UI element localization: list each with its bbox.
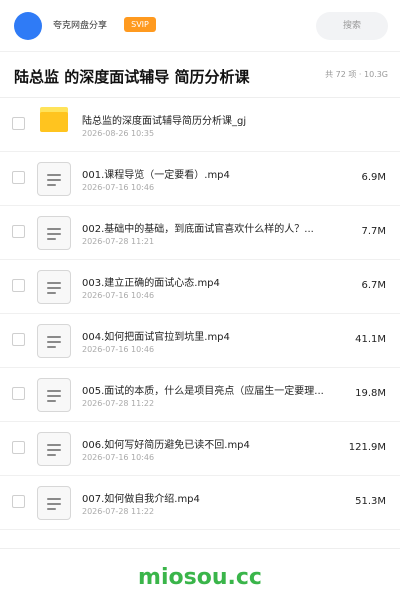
file-name: 陆总监的深度面试辅导简历分析课_gj [82,116,247,127]
file-size: 51.3M [355,496,386,507]
file-size: 7.7M [361,226,386,237]
file-icon [37,378,71,412]
checkbox[interactable] [12,387,25,400]
file-size: 6.7M [361,280,386,291]
file-date: 2026-07-28 11:22 [82,399,155,408]
file-date: 2026-07-28 11:21 [82,237,155,246]
checkbox[interactable] [12,117,25,130]
list-item[interactable]: 005.面试的本质，什么是项目亮点（应届生一定要理... 2026-07-28 … [0,368,400,422]
checkbox[interactable] [12,279,25,292]
list-item[interactable]: 007.如何做自我介绍.mp4 2026-07-28 11:22 51.3M [0,476,400,530]
file-date: 2026-07-16 10:46 [82,183,155,192]
file-icon [37,270,71,304]
file-name: 005.面试的本质，什么是项目亮点（应届生一定要理... [82,386,324,397]
top-bar: 夸克网盘分享 SVIP 搜索 [0,0,400,52]
checkbox[interactable] [12,171,25,184]
list-item[interactable]: 003.建立正确的面试心态.mp4 2026-07-16 10:46 6.7M [0,260,400,314]
file-date: 2026-07-16 10:46 [82,291,155,300]
checkbox[interactable] [12,441,25,454]
file-icon [37,216,71,250]
list-item[interactable]: 004.如何把面试官拉到坑里.mp4 2026-07-16 10:46 41.1… [0,314,400,368]
file-name: 003.建立正确的面试心态.mp4 [82,278,220,289]
avatar[interactable] [14,12,42,40]
file-name: 002.基础中的基础，到底面试官喜欢什么样的人？... [82,224,314,235]
list-item[interactable]: 001.课程导览（一定要看）.mp4 2026-07-16 10:46 6.9M [0,152,400,206]
file-size: 19.8M [355,388,386,399]
share-name: 夸克网盘分享 [53,21,108,31]
folder-header: 陆总监 的深度面试辅导 简历分析课 共 72 项 · 10.3G [0,52,400,98]
file-size: 6.9M [361,172,386,183]
folder-icon [40,107,68,132]
file-date: 2026-08-26 10:35 [82,129,155,138]
svip-badge: SVIP [124,17,156,32]
search-button[interactable]: 搜索 [316,12,388,40]
file-size: 121.9M [348,442,386,453]
list-item[interactable]: 002.基础中的基础，到底面试官喜欢什么样的人？... 2026-07-28 1… [0,206,400,260]
page-title: 陆总监 的深度面试辅导 简历分析课 [14,68,250,86]
watermark: miosou.cc [138,565,262,590]
file-date: 2026-07-16 10:46 [82,345,155,354]
checkbox[interactable] [12,333,25,346]
file-icon [37,162,71,196]
file-name: 004.如何把面试官拉到坑里.mp4 [82,332,230,343]
file-size: 41.1M [355,334,386,345]
file-name: 001.课程导览（一定要看）.mp4 [82,170,230,181]
folder-summary: 共 72 项 · 10.3G [325,70,388,79]
file-date: 2026-07-28 11:22 [82,507,155,516]
list-item[interactable]: 陆总监的深度面试辅导简历分析课_gj 2026-08-26 10:35 [0,98,400,152]
checkbox[interactable] [12,495,25,508]
list-item[interactable]: 006.如何写好简历避免已读不回.mp4 2026-07-16 10:46 12… [0,422,400,476]
checkbox[interactable] [12,225,25,238]
file-icon [37,324,71,358]
file-date: 2026-07-16 10:46 [82,453,155,462]
file-icon [37,486,71,520]
file-icon [37,432,71,466]
file-name: 006.如何写好简历避免已读不回.mp4 [82,440,250,451]
file-name: 007.如何做自我介绍.mp4 [82,494,200,505]
